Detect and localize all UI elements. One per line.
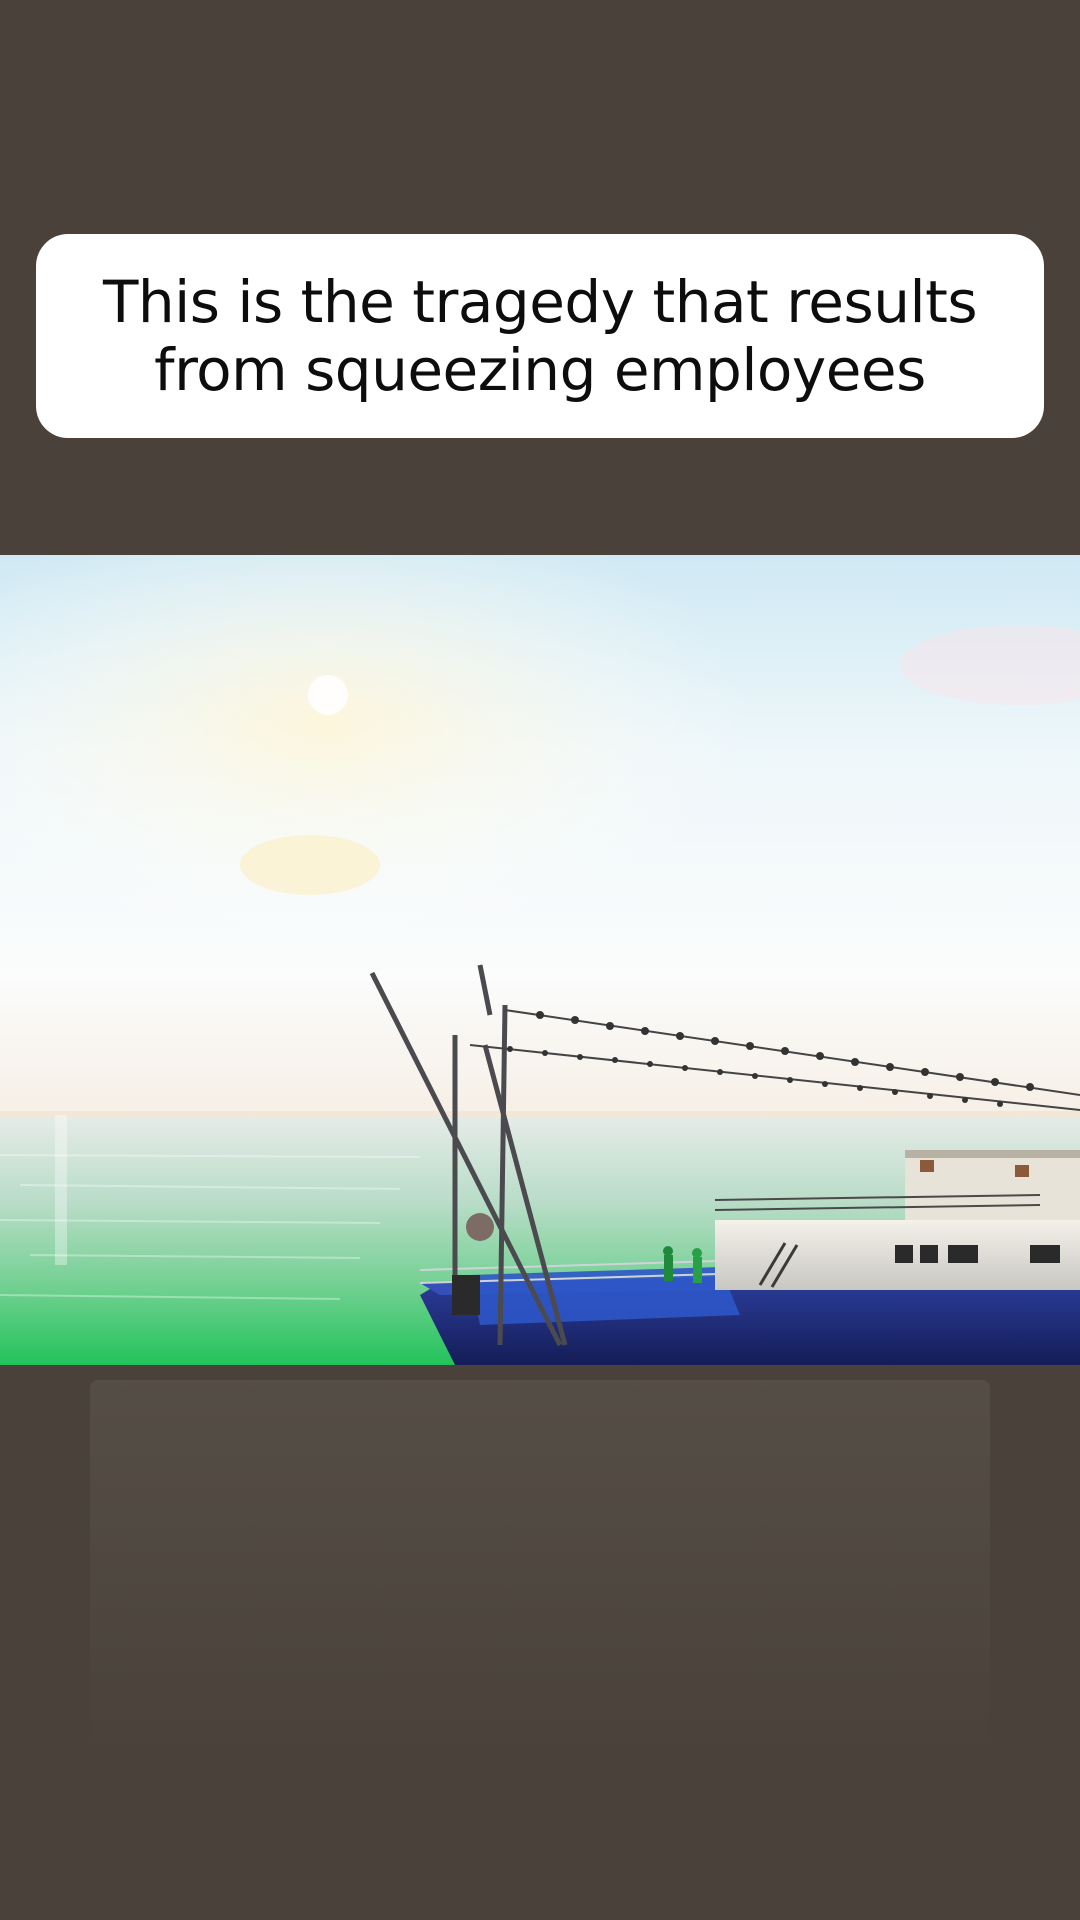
ocean-ship-scene (0, 555, 1080, 1365)
caption-card: This is the tragedy that results from sq… (36, 234, 1044, 438)
scene-illustration (0, 555, 1080, 1365)
caption-line-1: This is the tragedy that results (102, 268, 978, 336)
video-frame: This is the tragedy that results from sq… (0, 0, 1080, 1920)
winch (466, 1213, 494, 1241)
sun (308, 675, 348, 715)
background-shadow (90, 1380, 990, 1760)
caption-line-2: from squeezing employees (154, 336, 926, 404)
caption-text: This is the tragedy that results from sq… (102, 268, 978, 404)
